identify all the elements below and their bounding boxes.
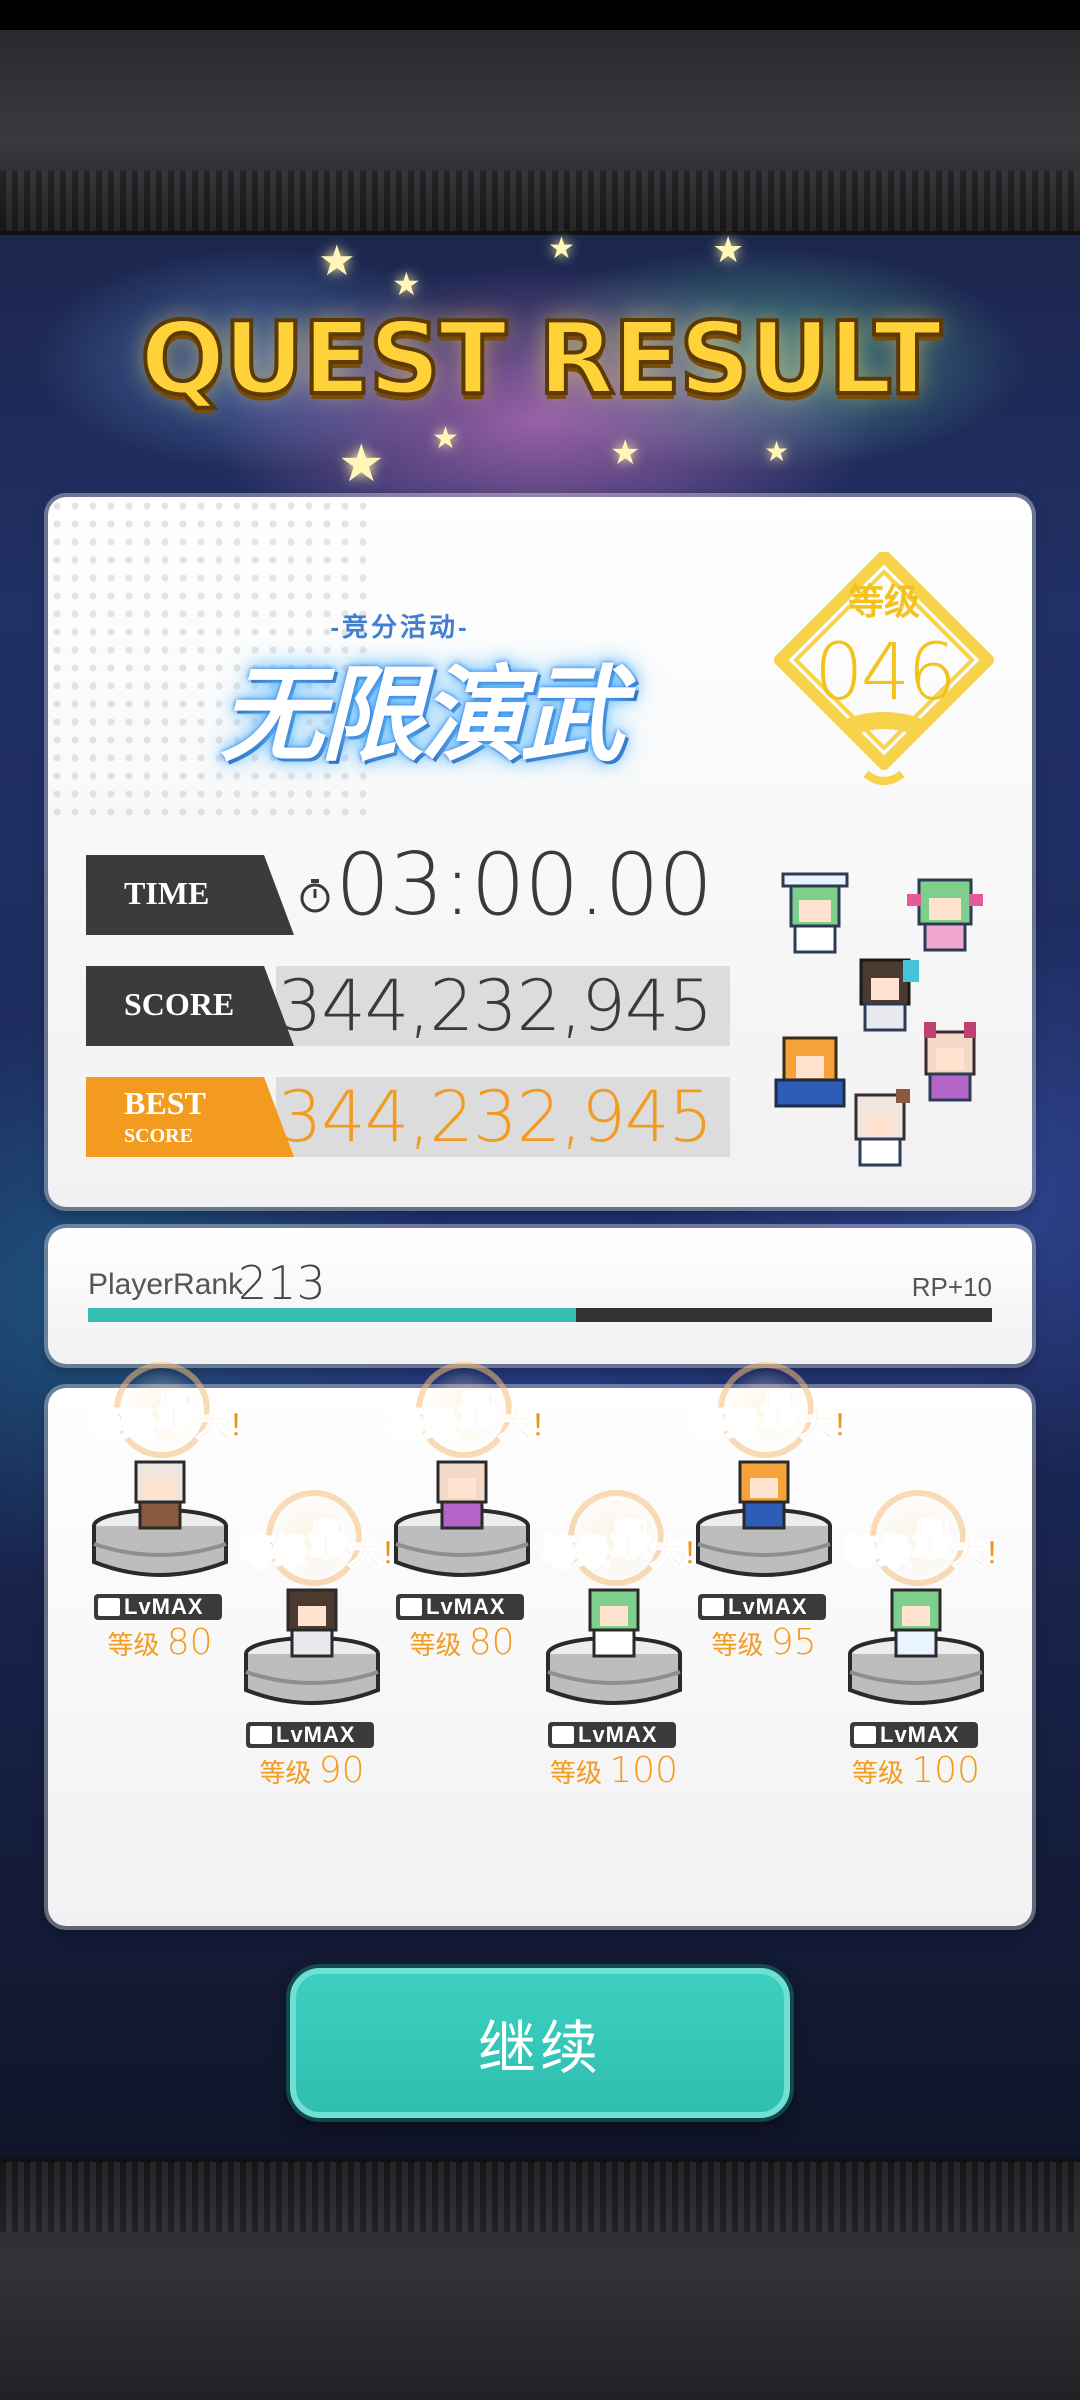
lvmax-badge: LvMAX: [94, 1594, 222, 1620]
top-frame: [0, 30, 1080, 235]
page-title: QUEST RESULT: [138, 298, 944, 419]
level-max-badge: 等级最大!: [524, 1490, 704, 1588]
character-sprite: [907, 878, 983, 952]
lvmax-badge: LvMAX: [396, 1594, 524, 1620]
rank-value: 046: [814, 628, 957, 718]
level-max-text: 等级最大!: [88, 1390, 243, 1445]
level-max-text: 等级最大!: [692, 1390, 847, 1445]
best-label: BEST: [124, 1085, 206, 1121]
level-max-text: 等级最大!: [390, 1390, 545, 1445]
score-label: SCORE: [124, 986, 235, 1022]
star-icon: ★: [318, 237, 356, 284]
score-tag: SCORE: [86, 966, 294, 1046]
character-sprite: [781, 872, 849, 954]
unit-level: 等级 80: [409, 1622, 515, 1663]
time-bar: 03:00.00: [276, 842, 730, 935]
continue-label: 继续: [477, 2016, 602, 2081]
lvmax-badge: LvMAX: [698, 1594, 826, 1620]
best-score-tag: BEST SCORE: [86, 1077, 294, 1157]
player-rank-progress-fill: [88, 1308, 577, 1322]
continue-button[interactable]: 继续: [290, 1968, 790, 2118]
unit-level: 等级 90: [259, 1750, 365, 1791]
bottom-frame: [0, 2158, 1080, 2400]
event-logo: 无限演武: [219, 653, 624, 776]
level-max-text: 等级最大!: [844, 1518, 999, 1573]
rp-gain: RP+10: [911, 1272, 992, 1302]
player-rank-value: 213: [238, 1256, 326, 1310]
star-icon: ★: [338, 435, 385, 493]
character-sprite: [890, 1588, 942, 1658]
best-score-bar: 3,344,232,945: [213, 1077, 730, 1157]
lvmax-badge: LvMAX: [548, 1722, 676, 1748]
character-sprite: [134, 1460, 186, 1530]
level-max-badge: 等级最大!: [372, 1362, 552, 1460]
unit-level: 等级 80: [107, 1622, 213, 1663]
unit-entry: 等级最大! LvMAX 等级 80: [80, 1362, 242, 1663]
character-sprite: [286, 1588, 338, 1658]
time-value: 03:00.00: [335, 835, 713, 935]
character-sprite: [738, 1460, 790, 1530]
stopwatch-icon: [300, 879, 330, 913]
score-row: 3,344,232,945 SCORE: [86, 966, 730, 1046]
level-max-badge: 等级最大!: [70, 1362, 250, 1460]
character-sprite: [924, 1022, 976, 1102]
unit-level: 等级 100: [550, 1750, 678, 1791]
unit-entry: 等级最大! LvMAX 等级 100: [534, 1490, 696, 1791]
rank-label: 等级: [847, 581, 920, 622]
star-icon: ★: [392, 266, 421, 302]
best-sublabel: SCORE: [124, 1125, 193, 1147]
unit-level: 等级 100: [852, 1750, 980, 1791]
time-row: TIME 03:00.00: [86, 842, 730, 935]
unit-entry: 等级最大! LvMAX 等级 100: [836, 1490, 998, 1791]
unit-entry: 等级最大! LvMAX 等级 90: [232, 1490, 394, 1791]
lvmax-badge: LvMAX: [246, 1722, 374, 1748]
level-max-badge: 等级最大!: [674, 1362, 854, 1460]
star-icon: ★: [548, 232, 575, 265]
level-max-badge: 等级最大!: [222, 1490, 402, 1588]
unit-level: 等级 95: [711, 1622, 817, 1663]
level-max-badge: 等级最大!: [826, 1490, 1006, 1588]
star-icon: ★: [432, 422, 459, 455]
star-icon: ★: [610, 434, 641, 472]
party-characters: [770, 860, 1020, 1180]
character-sprite: [774, 1036, 846, 1108]
player-rank-progress-bar: [88, 1308, 992, 1322]
unit-entry: 等级最大! LvMAX 等级 95: [684, 1362, 846, 1663]
player-rank-label: PlayerRank: [88, 1268, 244, 1301]
time-label: TIME: [124, 875, 210, 911]
status-bar: [0, 0, 1080, 30]
best-score-row: 3,344,232,945 BEST SCORE: [86, 1077, 730, 1157]
unit-entry: 等级最大! LvMAX 等级 80: [382, 1362, 544, 1663]
character-sprite: [436, 1460, 488, 1530]
star-icon: ★: [764, 436, 790, 467]
time-tag: TIME: [86, 855, 294, 935]
lvmax-badge: LvMAX: [850, 1722, 978, 1748]
character-sprite: [588, 1588, 640, 1658]
score-bar: 3,344,232,945: [213, 966, 730, 1046]
character-sprite: [854, 1089, 910, 1167]
star-icon: ★: [712, 229, 745, 270]
